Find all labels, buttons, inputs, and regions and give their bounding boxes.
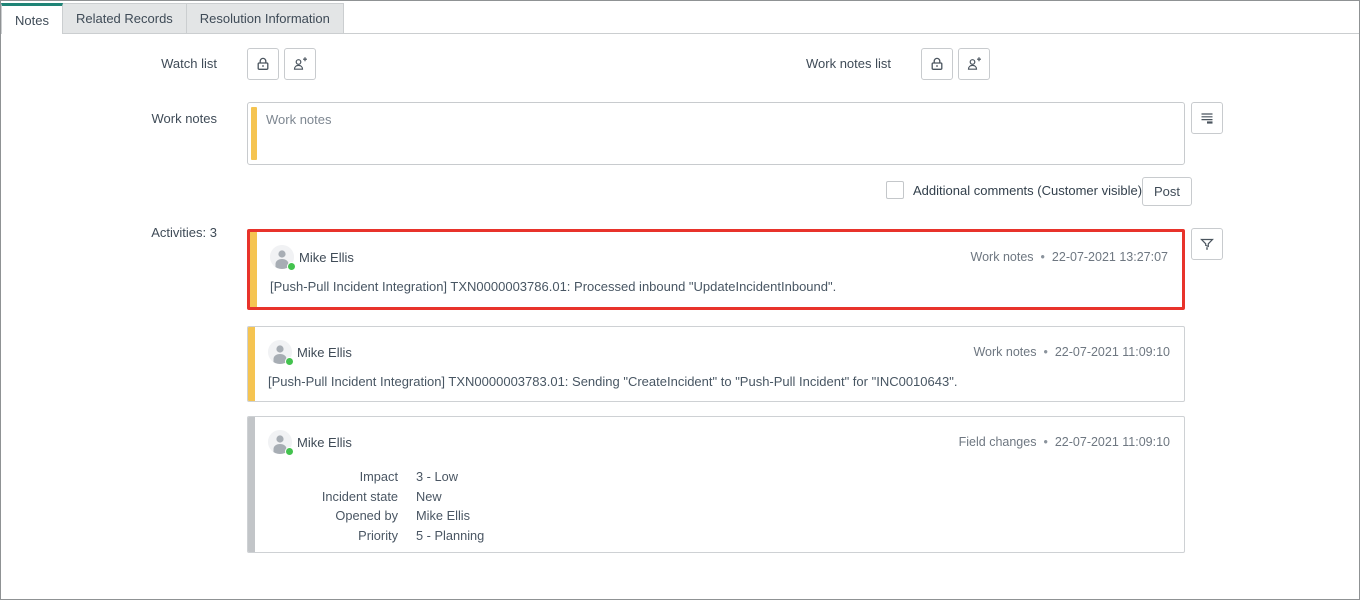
tab-notes[interactable]: Notes — [1, 3, 63, 34]
field-change-row: Incident state New — [268, 487, 484, 507]
presence-indicator — [285, 447, 294, 456]
field-change-name: Incident state — [321, 488, 398, 504]
activity-entry-field-changes[interactable]: Mike Ellis Field changes • 22-07-2021 11:0… — [247, 416, 1185, 553]
field-change-row: Priority 5 - Planning — [268, 526, 484, 546]
field-change-row: Opened by Mike Ellis — [268, 506, 484, 526]
add-person-icon — [292, 56, 308, 72]
avatar — [270, 245, 296, 271]
work-notes-label: Work notes — [151, 111, 217, 126]
field-changes-list: Impact 3 - Low Incident state New Opened… — [268, 467, 484, 545]
activity-filter-button[interactable] — [1191, 228, 1223, 260]
field-change-name: Impact — [359, 469, 398, 485]
worknotes-stripe — [250, 232, 257, 307]
activity-meta: Work notes • 22-07-2021 11:09:10 — [973, 345, 1170, 359]
additional-comments-label: Additional comments (Customer visible) — [913, 183, 1143, 198]
field-change-value: 3 - Low — [416, 469, 458, 485]
activity-message: [Push-Pull Incident Integration] TXN0000… — [268, 374, 958, 389]
work-notes-list-add-person-button[interactable] — [958, 48, 990, 80]
activity-author: Mike Ellis — [299, 250, 354, 265]
activity-timestamp: 22-07-2021 11:09:10 — [1054, 345, 1170, 359]
avatar — [268, 340, 294, 366]
work-notes-field-wrap — [247, 102, 1185, 165]
presence-indicator — [285, 357, 294, 366]
field-change-name: Opened by — [335, 508, 398, 524]
activity-message: [Push-Pull Incident Integration] TXN0000… — [270, 279, 837, 294]
field-change-value: Mike Ellis — [416, 508, 471, 524]
activity-timestamp: 22-07-2021 11:09:10 — [1054, 435, 1170, 449]
activity-entry[interactable]: Mike Ellis Work notes • 22-07-2021 11:09:1… — [247, 326, 1185, 402]
activity-meta: Work notes • 22-07-2021 13:27:07 — [971, 250, 1168, 264]
additional-comments-checkbox[interactable] — [886, 181, 904, 199]
watch-list-label: Watch list — [161, 56, 217, 71]
notes-tab-panel: Notes Related Records Resolution Informa… — [0, 0, 1360, 600]
activity-type: Field changes — [958, 435, 1037, 449]
tab-resolution-information[interactable]: Resolution Information — [185, 3, 344, 33]
work-notes-list-label: Work notes list — [805, 56, 891, 71]
activity-timestamp: 22-07-2021 13:27:07 — [1051, 250, 1168, 264]
watch-list-lock-button[interactable] — [247, 48, 279, 80]
add-person-icon — [966, 56, 982, 72]
activity-entry-highlighted[interactable]: Mike Ellis Work notes • 22-07-2021 13:27:0… — [247, 229, 1185, 310]
toggle-activity-stream-button[interactable] — [1191, 102, 1223, 134]
meta-bullet: • — [1043, 435, 1048, 449]
lock-icon — [929, 56, 945, 72]
avatar — [268, 430, 294, 456]
activity-type: Work notes — [973, 345, 1037, 359]
meta-bullet: • — [1043, 345, 1048, 359]
meta-bullet: • — [1040, 250, 1045, 264]
field-change-value: New — [416, 488, 442, 504]
activity-type: Work notes — [970, 250, 1034, 264]
fieldchanges-stripe — [248, 417, 255, 552]
post-button[interactable]: Post — [1142, 177, 1193, 206]
tab-related-records[interactable]: Related Records — [61, 3, 187, 33]
activity-author: Mike Ellis — [297, 435, 352, 450]
field-change-value: 5 - Planning — [416, 527, 485, 543]
worknotes-stripe — [248, 327, 255, 401]
presence-indicator — [287, 262, 296, 271]
work-notes-list-lock-button[interactable] — [921, 48, 953, 80]
activities-count-label: Activities: 3 — [151, 225, 217, 240]
work-notes-stripe — [251, 107, 257, 160]
lock-icon — [255, 56, 271, 72]
work-notes-input[interactable] — [261, 103, 1184, 164]
watch-list-add-person-button[interactable] — [284, 48, 316, 80]
activity-meta: Field changes • 22-07-2021 11:09:10 — [959, 435, 1170, 449]
tabbar: Notes Related Records Resolution Informa… — [1, 3, 344, 34]
activity-author: Mike Ellis — [297, 345, 352, 360]
field-change-name: Priority — [358, 527, 398, 543]
activity-stream-icon — [1199, 110, 1215, 126]
filter-icon — [1199, 236, 1215, 252]
field-change-row: Impact 3 - Low — [268, 467, 484, 487]
